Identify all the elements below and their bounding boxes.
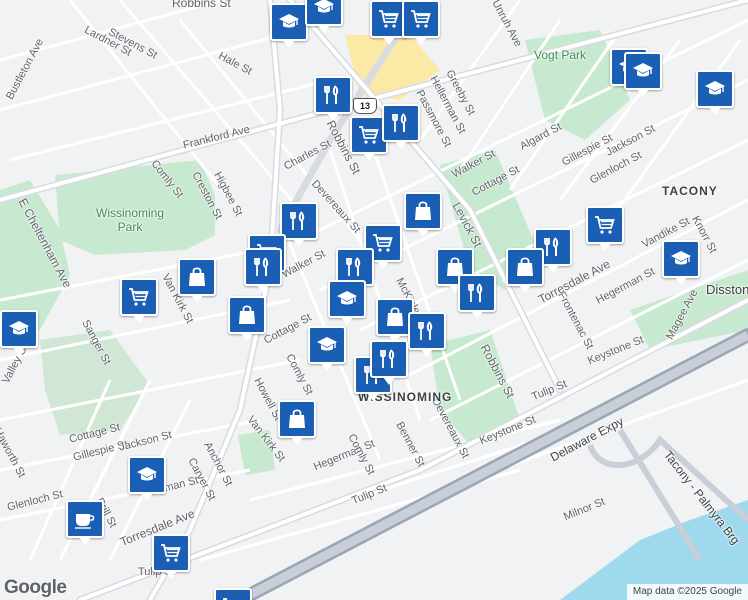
park-label-wissinoming: Wissinoming Park [96,206,165,234]
map-marker-school[interactable] [308,326,346,371]
street-label-robbins-top: Robbins St [172,0,231,10]
restaurant-icon [251,255,275,279]
school-icon [315,333,339,357]
google-logo: Google [4,577,67,598]
school-icon [312,0,336,19]
grocery-icon [371,231,395,255]
map-canvas[interactable]: Robbins St Bustleton Ave Lardner St Stev… [0,0,748,600]
school-icon [277,10,301,34]
school-icon [669,247,693,271]
map-marker-grocery[interactable] [402,0,440,45]
neighborhood-label-tacony: TACONY [662,184,718,198]
school-icon [703,77,727,101]
shopping-bag-icon [285,407,309,431]
map-marker-shopping-bag[interactable] [228,296,266,341]
map-marker-grocery[interactable] [152,534,190,579]
grocery-icon [593,213,617,237]
restaurant-icon [377,347,401,371]
map-marker-shopping-bag[interactable] [278,400,316,445]
map-marker-coffee[interactable] [66,500,104,545]
map-marker-school[interactable] [128,456,166,501]
grocery-icon [221,595,245,600]
grocery-icon [127,285,151,309]
grocery-icon [357,123,381,147]
park-label-vogt: Vogt Park [534,48,587,62]
shopping-bag-icon [185,265,209,289]
grocery-icon [159,541,183,565]
grocery-icon [377,7,401,31]
route-13-shield: 13 [353,98,377,114]
map-marker-grocery[interactable] [120,278,158,323]
map-marker-restaurant[interactable] [314,76,352,121]
school-icon [335,287,359,311]
school-icon [631,59,655,83]
map-attribution: Map data ©2025 Google [626,584,748,600]
map-marker-school[interactable] [270,3,308,48]
map-marker-school[interactable] [696,70,734,115]
coffee-icon [73,507,97,531]
map-marker-restaurant[interactable] [408,312,446,357]
restaurant-icon [343,255,367,279]
map-base-layer [0,0,748,600]
restaurant-icon [541,235,565,259]
map-marker-restaurant[interactable] [382,104,420,149]
map-marker-school[interactable] [328,280,366,325]
map-marker-school[interactable] [624,52,662,97]
school-icon [7,317,31,341]
restaurant-icon [389,111,413,135]
map-marker-restaurant[interactable] [370,340,408,385]
shopping-bag-icon [383,305,407,329]
map-marker-school[interactable] [0,310,38,355]
restaurant-icon [321,83,345,107]
restaurant-icon [287,209,311,233]
map-marker-grocery[interactable] [586,206,624,251]
neighborhood-label-disston: Disston [706,282,748,297]
map-marker-restaurant[interactable] [280,202,318,247]
shopping-bag-icon [513,255,537,279]
map-marker-shopping-bag[interactable] [178,258,216,303]
restaurant-icon [465,281,489,305]
grocery-icon [409,7,433,31]
map-marker-grocery[interactable] [214,588,252,600]
map-marker-shopping-bag[interactable] [404,192,442,237]
map-marker-school[interactable] [662,240,700,285]
map-marker-shopping-bag[interactable] [506,248,544,293]
school-icon [135,463,159,487]
shopping-bag-icon [411,199,435,223]
map-marker-school[interactable] [305,0,343,33]
map-marker-restaurant[interactable] [458,274,496,319]
shopping-bag-icon [235,303,259,327]
map-marker-restaurant[interactable] [244,248,282,293]
restaurant-icon [415,319,439,343]
